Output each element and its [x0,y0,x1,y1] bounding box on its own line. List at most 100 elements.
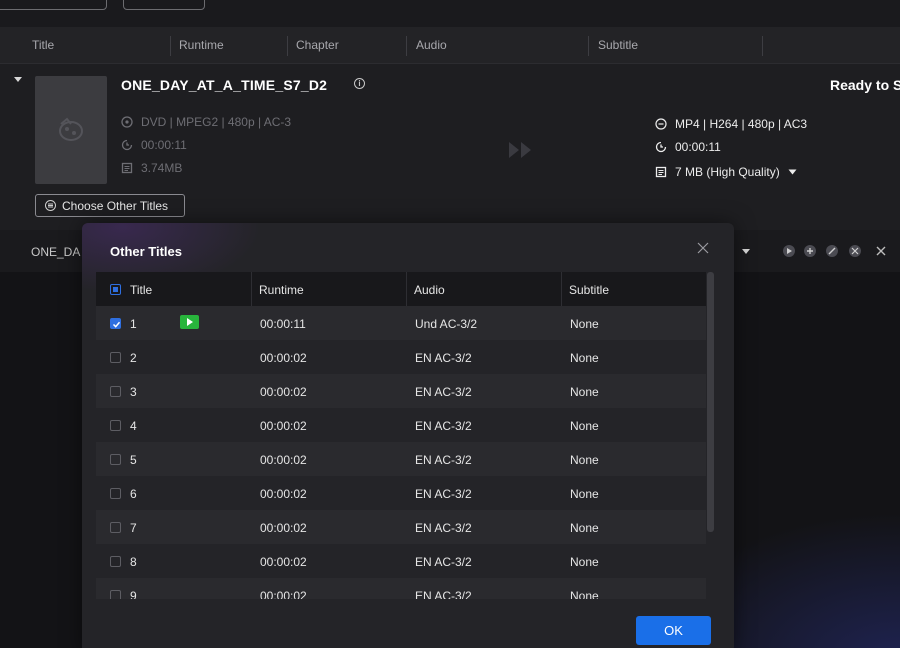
cell-runtime: 00:00:02 [260,555,307,569]
choose-other-titles-button[interactable]: Choose Other Titles [35,194,185,217]
disc-icon [121,116,133,128]
table-row[interactable]: 4 00:00:02 EN AC-3/2 None [96,408,706,442]
remove-icon[interactable] [876,246,886,256]
video-thumbnail[interactable] [35,76,107,184]
output-duration: 00:00:11 [655,140,721,154]
cell-runtime: 00:00:02 [260,521,307,535]
dropdown-caret-icon[interactable] [742,249,750,254]
cell-audio: EN AC-3/2 [415,351,472,365]
file-size-icon [121,162,133,174]
effects-icon[interactable] [849,245,861,257]
other-titles-dialog: Other Titles Title Runtime Audio Subtitl… [82,223,734,648]
row-checkbox[interactable] [110,556,121,567]
table-row[interactable]: 5 00:00:02 EN AC-3/2 None [96,442,706,476]
source-duration-text: 00:00:11 [141,138,187,152]
row-checkbox[interactable] [110,522,121,533]
header-subtitle: Subtitle [569,283,610,297]
cell-audio: EN AC-3/2 [415,453,472,467]
cell-subtitle: None [570,487,599,501]
table-row[interactable]: 9 00:00:02 EN AC-3/2 None [96,578,706,599]
table-row[interactable]: 8 00:00:02 EN AC-3/2 None [96,544,706,578]
source-size-text: 3.74MB [141,161,183,175]
cell-audio: EN AC-3/2 [415,521,472,535]
output-size-text: 7 MB (High Quality) [675,165,780,179]
movie-title: ONE_DAY_AT_A_TIME_S7_D2 [121,77,328,93]
clock-icon [655,141,667,153]
cell-audio: Und AC-3/2 [415,317,478,331]
table-row[interactable]: 1 00:00:11 Und AC-3/2 None [96,306,706,340]
title-item: ONE_DAY_AT_A_TIME_S7_D2 i Ready to S DVD… [0,64,900,230]
cell-audio: EN AC-3/2 [415,419,472,433]
cell-title: 9 [130,589,137,599]
cell-title: 5 [130,453,137,467]
source-format: DVD | MPEG2 | 480p | AC-3 [121,115,291,129]
ok-button-label: OK [664,623,683,638]
column-runtime[interactable]: Runtime [179,38,224,52]
row-checkbox[interactable] [110,454,121,465]
file-size-icon [655,166,667,178]
table-header: Title Runtime Audio Subtitle [96,272,706,306]
header-runtime: Runtime [259,283,304,297]
list-column-header: Title Runtime Chapter Audio Subtitle [0,27,900,64]
scrollbar-thumb[interactable] [707,272,714,532]
column-divider [762,36,763,56]
header-title: Title [130,283,153,297]
status-text: Ready to S [830,77,900,93]
table-row[interactable]: 2 00:00:02 EN AC-3/2 None [96,340,706,374]
header-audio: Audio [414,283,445,297]
top-toolbar-button-1[interactable] [0,0,107,10]
video-format-icon [655,118,667,130]
row-checkbox[interactable] [110,590,121,599]
title-item-name: ONE_DA [31,245,81,259]
select-all-checkbox[interactable] [110,284,121,295]
table-row[interactable]: 6 00:00:02 EN AC-3/2 None [96,476,706,510]
play-icon[interactable] [783,245,795,257]
column-chapter[interactable]: Chapter [296,38,339,52]
output-duration-text: 00:00:11 [675,140,721,154]
row-checkbox[interactable] [110,420,121,431]
row-checkbox[interactable] [110,386,121,397]
choose-other-titles-label: Choose Other Titles [62,198,169,213]
dialog-title: Other Titles [110,244,183,259]
clock-icon [121,139,133,151]
collapse-caret-icon[interactable] [14,77,22,82]
column-divider [588,36,589,56]
cell-title: 2 [130,351,137,365]
cell-audio: EN AC-3/2 [415,555,472,569]
cell-runtime: 00:00:02 [260,385,307,399]
column-audio[interactable]: Audio [416,38,447,52]
cell-title: 8 [130,555,137,569]
ok-button[interactable]: OK [636,616,711,645]
list-icon [45,200,56,211]
source-format-text: DVD | MPEG2 | 480p | AC-3 [141,115,292,129]
row-checkbox[interactable] [110,488,121,499]
cell-subtitle: None [570,419,599,433]
cell-title: 1 [130,317,137,331]
column-title[interactable]: Title [32,38,54,52]
column-divider [287,36,288,56]
top-toolbar [0,0,900,27]
row-checkbox[interactable] [110,318,121,329]
cell-title: 7 [130,521,137,535]
source-duration: 00:00:11 [121,138,187,152]
edit-icon[interactable] [804,245,816,257]
titles-table: Title Runtime Audio Subtitle 1 00:00:11 Un… [96,272,716,599]
output-size-selector[interactable]: 7 MB (High Quality) [655,165,797,179]
preview-play-icon[interactable] [180,315,199,329]
table-row[interactable]: 3 00:00:02 EN AC-3/2 None [96,374,706,408]
close-icon[interactable] [696,241,710,255]
column-subtitle[interactable]: Subtitle [598,38,638,52]
chevron-down-icon[interactable] [788,169,797,175]
cell-title: 6 [130,487,137,501]
info-icon[interactable]: i [354,78,365,89]
cell-subtitle: None [570,555,599,569]
table-row[interactable]: 7 00:00:02 EN AC-3/2 None [96,510,706,544]
output-format-text: MP4 | H264 | 480p | AC3 [675,117,808,131]
column-divider [170,36,171,56]
crop-icon[interactable] [826,245,838,257]
row-checkbox[interactable] [110,352,121,363]
top-toolbar-button-2[interactable] [123,0,205,10]
cell-subtitle: None [570,385,599,399]
cell-subtitle: None [570,453,599,467]
cell-runtime: 00:00:11 [260,317,306,331]
